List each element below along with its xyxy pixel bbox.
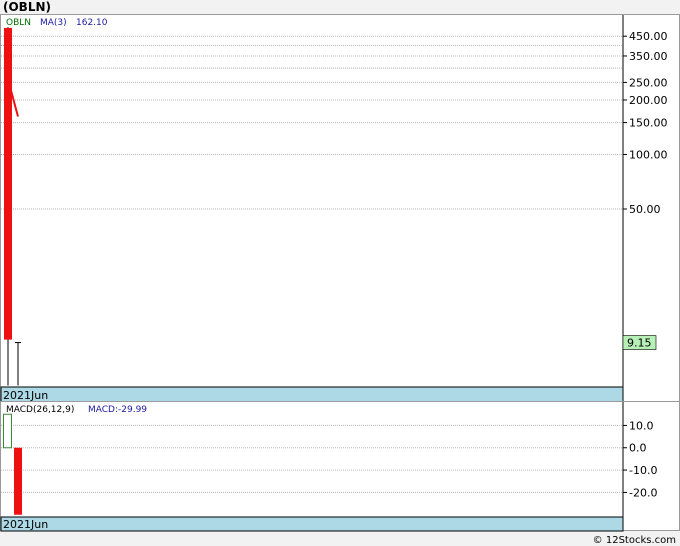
copyright-footer: © 12Stocks.com bbox=[592, 535, 676, 546]
macd-tick-label: -20.0 bbox=[629, 486, 657, 499]
macd-date-label: 2021Jun bbox=[3, 518, 48, 531]
legend-ma-value: 162.10 bbox=[76, 18, 108, 28]
macd-tick-label: 10.0 bbox=[629, 419, 654, 432]
chart-title: (OBLN) bbox=[3, 0, 52, 14]
price-tick-label: 350.00 bbox=[629, 50, 668, 63]
candle-body bbox=[4, 27, 12, 340]
price-tick-label: 150.00 bbox=[629, 117, 668, 130]
macd-bar bbox=[14, 447, 22, 515]
macd-legend-label: MACD(26,12,9) bbox=[6, 405, 74, 415]
legend-symbol: OBLN bbox=[6, 18, 31, 28]
macd-date-band bbox=[0, 516, 624, 532]
price-chart: 450.00 350.00 250.00 200.00 150.00 100.00 50.0… bbox=[0, 15, 668, 403]
macd-bar bbox=[3, 413, 12, 449]
price-tick-label: 450.00 bbox=[629, 30, 668, 43]
last-price-label: 9.15 bbox=[627, 337, 652, 350]
price-tick-label: 250.00 bbox=[629, 76, 668, 89]
price-tick-label: 50.00 bbox=[629, 203, 661, 216]
price-tick-label: 200.00 bbox=[629, 94, 668, 107]
macd-panel: 10.0 0.0 -10.0 -20.0 2021Jun MACD(26,12,9) MAC… bbox=[0, 401, 680, 532]
macd-tick-label: 0.0 bbox=[629, 442, 647, 455]
date-band bbox=[0, 386, 624, 403]
legend-ma-label: MA(3) bbox=[40, 18, 67, 28]
macd-legend-value: MACD:-29.99 bbox=[88, 405, 147, 415]
price-tick-label: 100.00 bbox=[629, 148, 668, 161]
price-panel: 450.00 350.00 250.00 200.00 150.00 100.00 50.0… bbox=[0, 14, 680, 403]
macd-tick-label: -10.0 bbox=[629, 464, 657, 477]
macd-chart: 10.0 0.0 -10.0 -20.0 2021Jun MACD(26,12,9) MAC… bbox=[0, 402, 657, 532]
